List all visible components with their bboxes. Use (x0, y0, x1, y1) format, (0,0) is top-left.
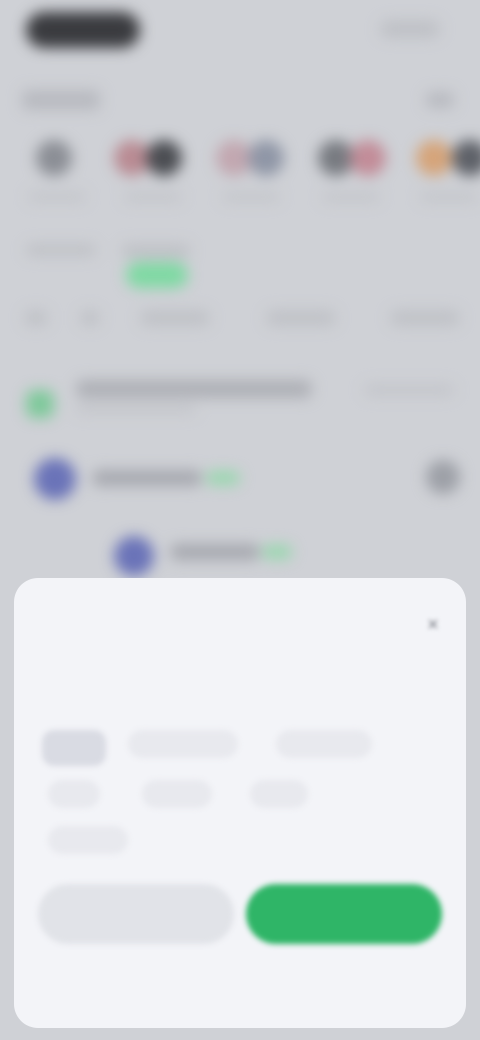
option-chip[interactable] (48, 780, 100, 808)
story-label (124, 192, 182, 202)
option-chip[interactable] (250, 780, 308, 808)
story-avatar[interactable] (216, 140, 252, 176)
item-icon (26, 390, 54, 418)
status-badge (262, 545, 292, 559)
option-chip[interactable] (48, 826, 128, 854)
status-badge (206, 471, 240, 485)
tab[interactable] (24, 310, 48, 326)
profile-pill[interactable] (26, 12, 140, 48)
item-subtitle (76, 404, 196, 414)
option-chip[interactable] (276, 730, 372, 758)
item-meta (364, 384, 454, 396)
tab[interactable] (390, 310, 460, 326)
filter-value (122, 244, 190, 258)
section-more-link[interactable] (426, 92, 454, 108)
filter-label (26, 244, 96, 256)
avatar[interactable] (114, 536, 154, 576)
more-button[interactable] (426, 460, 460, 494)
author-name[interactable] (92, 470, 202, 486)
story-avatar[interactable] (114, 140, 150, 176)
option-chip[interactable] (142, 780, 212, 808)
tab[interactable] (266, 310, 336, 326)
story-avatar[interactable] (416, 140, 452, 176)
item-title[interactable] (76, 380, 312, 398)
tab[interactable] (80, 310, 100, 326)
primary-button[interactable] (246, 884, 442, 944)
story-avatar[interactable] (452, 140, 480, 176)
story-label (28, 192, 86, 202)
section-heading (22, 90, 100, 110)
option-chip[interactable] (42, 730, 106, 766)
close-icon[interactable]: × (422, 614, 444, 636)
story-label (322, 192, 380, 202)
story-avatar[interactable] (318, 140, 354, 176)
story-avatar[interactable] (36, 140, 72, 176)
active-indicator (126, 262, 188, 288)
story-label (420, 192, 478, 202)
avatar[interactable] (34, 458, 76, 500)
bottom-sheet: × (14, 578, 466, 1028)
option-chip[interactable] (128, 730, 238, 758)
secondary-button[interactable] (38, 884, 234, 944)
story-avatar[interactable] (146, 140, 182, 176)
author-name[interactable] (170, 544, 260, 560)
story-label (222, 192, 280, 202)
tab[interactable] (140, 310, 210, 326)
header-action[interactable] (380, 20, 440, 38)
story-avatar[interactable] (350, 140, 386, 176)
story-avatar[interactable] (248, 140, 284, 176)
